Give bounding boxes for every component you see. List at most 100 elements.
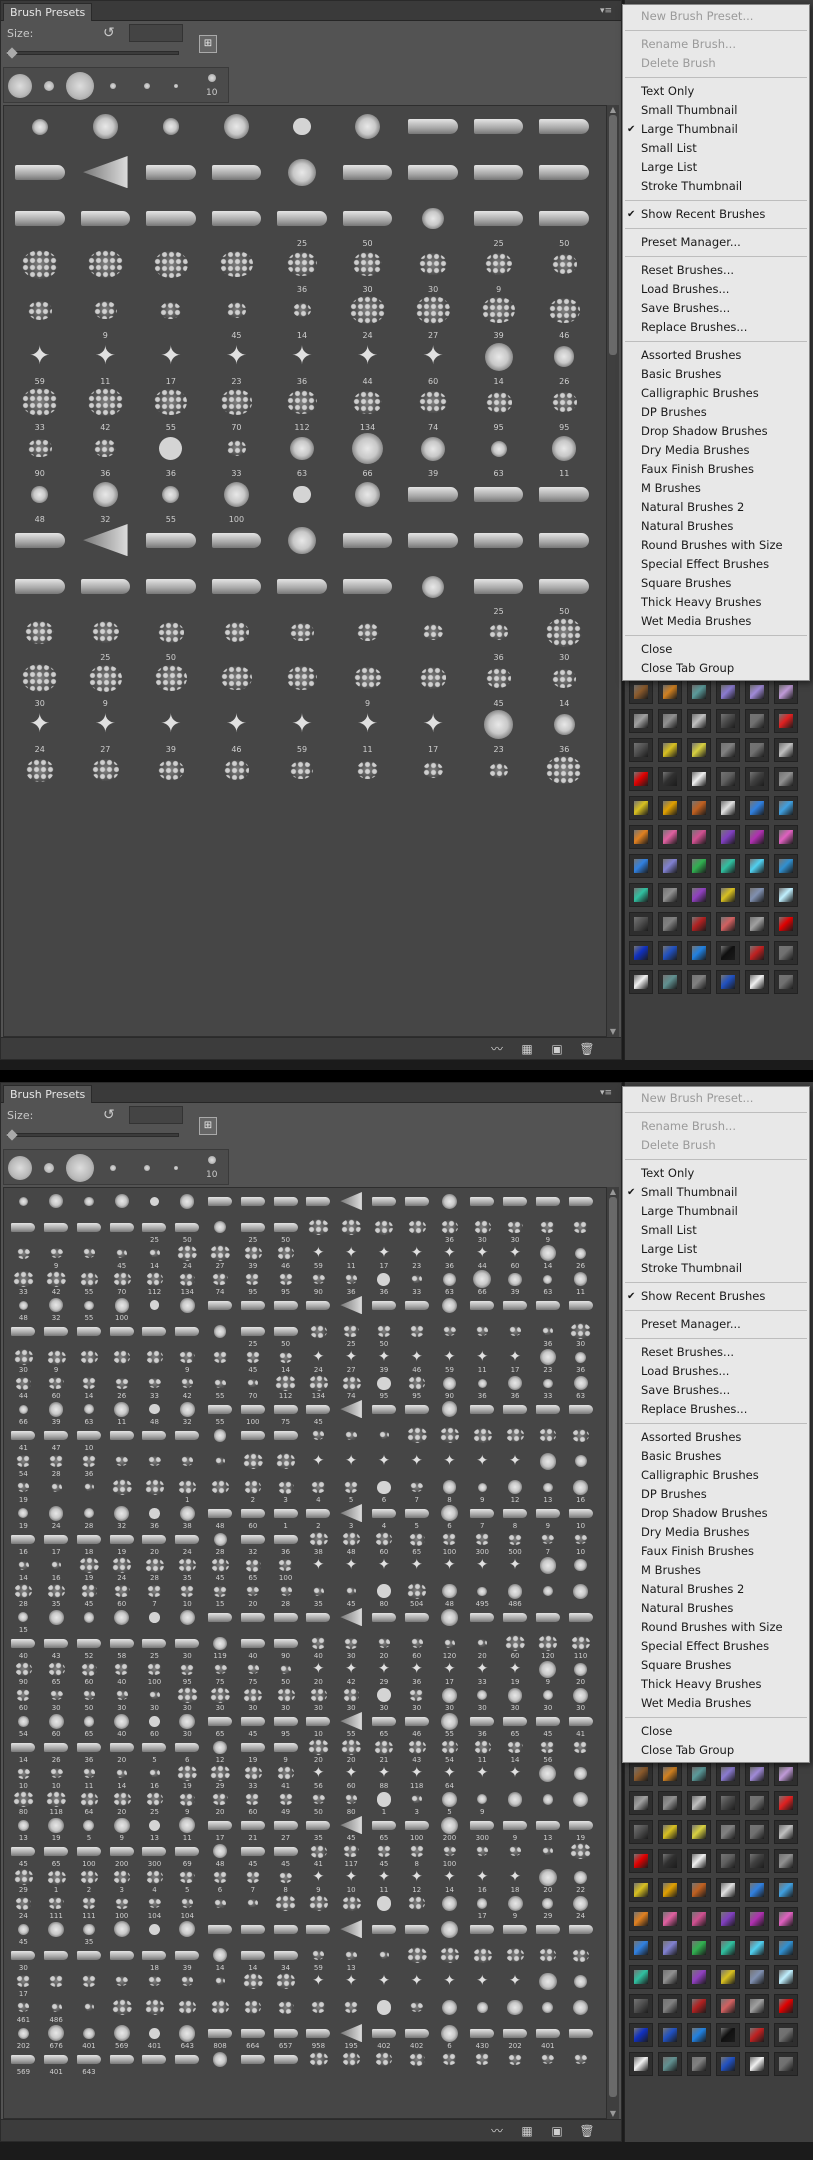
style-swatch[interactable] [658,941,682,965]
brush-preset-cell[interactable] [74,156,138,202]
menu-item-dry-media-brushes[interactable]: Dry Media Brushes [623,441,809,460]
brush-preset-cell[interactable] [205,616,269,662]
brush-preset-cell[interactable]: 90 [303,1270,334,1296]
brush-preset-cell[interactable]: 40 [237,1634,268,1660]
brush-preset-cell[interactable] [172,1608,203,1634]
brush-preset-cell[interactable]: ✦ 118 [401,1764,432,1790]
brush-preset-cell[interactable] [565,1582,596,1608]
brush-preset-cell[interactable] [172,1296,203,1322]
brush-preset-cell[interactable] [270,1894,301,1920]
brush-preset-cell[interactable] [41,1218,72,1244]
brush-preset-cell[interactable]: 30 [565,1686,596,1712]
brush-preset-cell[interactable] [8,570,72,616]
brush-preset-cell[interactable] [532,1556,563,1582]
brush-preset-cell[interactable] [74,1608,105,1634]
brush-preset-cell[interactable] [205,1998,236,2024]
menu-item-round-brushes-with-size[interactable]: Round Brushes with Size [623,1618,809,1637]
brush-preset-cell[interactable]: 24 [336,294,400,340]
brush-preset-cell[interactable]: 35 [303,1582,334,1608]
style-swatch[interactable] [687,767,711,791]
brush-preset-cell[interactable]: ✦ 44 [467,1244,498,1270]
style-swatch[interactable] [716,1936,740,1960]
brush-preset-cell[interactable]: 9 [532,1218,563,1244]
brush-preset-cell[interactable]: 75 [237,1660,268,1686]
menu-item-m-brushes[interactable]: M Brushes [623,479,809,498]
brush-preset-cell[interactable]: ✦ 46 [401,1348,432,1374]
brush-preset-cell[interactable]: 3 [270,1478,301,1504]
brush-preset-cell[interactable]: 50 [270,1218,301,1244]
brush-preset-cell[interactable]: 100 [401,1816,432,1842]
brush-preset-cell[interactable]: 401 [41,2050,72,2076]
brush-preset-cell[interactable]: ✦ [336,1452,367,1478]
brush-preset-cell[interactable] [303,1218,334,1244]
menu-item-dry-media-brushes[interactable]: Dry Media Brushes [623,1523,809,1542]
brush-preset-cell[interactable]: ✦ [303,1556,334,1582]
brush-preset-cell[interactable]: 50 [532,570,596,616]
brush-preset-cell[interactable]: 21 [369,1738,400,1764]
brush-preset-cell[interactable] [270,110,334,156]
brush-preset-cell[interactable]: 54 [8,1712,39,1738]
brush-preset-cell[interactable] [139,1920,170,1946]
brush-preset-cell[interactable] [500,1842,531,1868]
brush-preset-cell[interactable]: 36 [74,1452,105,1478]
brush-preset-cell[interactable] [532,1920,563,1946]
brush-preset-cell[interactable]: 33 [237,1764,268,1790]
brush-preset-cell[interactable]: 30 [8,662,72,708]
brush-preset-cell[interactable] [205,754,269,800]
brush-preset-cell[interactable] [139,2050,170,2076]
brush-preset-cell[interactable]: ✦ 36 [434,1244,465,1270]
brush-preset-cell[interactable] [532,1946,563,1972]
brush-preset-cell[interactable]: 36 [532,1322,563,1348]
brush-preset-cell[interactable]: 35 [172,1556,203,1582]
brush-preset-cell[interactable]: 20 [565,1660,596,1686]
brush-preset-cell[interactable]: 36 [74,1738,105,1764]
brush-preset-cell[interactable]: ✦ 59 [8,340,72,386]
brush-preset-cell[interactable]: 300 [467,1530,498,1556]
brush-preset-cell[interactable] [205,1452,236,1478]
brush-preset-cell[interactable]: 112 [270,386,334,432]
brush-preset-cell[interactable] [205,1972,236,1998]
brush-preset-cell[interactable]: 50 [270,1660,301,1686]
brush-preset-cell[interactable] [467,478,531,524]
brush-preset-cell[interactable]: 65 [500,1712,531,1738]
style-swatch[interactable] [774,1878,798,1902]
brush-preset-cell[interactable]: 63 [74,1400,105,1426]
brush-preview-icon[interactable]: ▦ [519,2123,535,2139]
brush-preset-cell[interactable]: ✦ [500,1972,531,1998]
brush-preset-cell[interactable]: 11 [74,1764,105,1790]
brush-preset-cell[interactable] [369,1920,400,1946]
brush-preset-cell[interactable]: 45 [205,1556,236,1582]
style-swatch[interactable] [629,767,653,791]
style-swatch[interactable] [716,1762,740,1786]
brush-preset-cell[interactable] [172,1192,203,1218]
brush-preset-cell[interactable] [74,1322,105,1348]
brush-preset-cell[interactable]: 300 [139,1842,170,1868]
brush-preset-cell[interactable]: 75 [205,1660,236,1686]
style-swatch[interactable] [774,1791,798,1815]
brush-preset-cell[interactable] [74,1218,105,1244]
brush-preset-cell[interactable]: 6 [205,1868,236,1894]
brush-preset-cell[interactable]: 19 [8,1478,39,1504]
brush-preset-cell[interactable]: 676 [41,2024,72,2050]
brush-preset-cell[interactable] [106,1426,137,1452]
brush-preset-cell[interactable] [205,1348,236,1374]
brush-preset-cell[interactable]: ✦ 24 [303,1348,334,1374]
brush-preset-cell[interactable]: 18 [139,1946,170,1972]
brush-preset-cell[interactable] [434,1946,465,1972]
brush-preset-cell[interactable]: ✦ [369,1556,400,1582]
brush-preset-cell[interactable] [565,1192,596,1218]
brush-preset-cell[interactable]: 50 [139,616,203,662]
brush-preset-cell[interactable]: ✦ 17 [139,340,203,386]
brush-preset-cell[interactable]: 45 [303,1400,334,1426]
brush-preset-cell[interactable]: 26 [565,1244,596,1270]
brush-preset-cell[interactable] [434,1296,465,1322]
brush-preset-cell[interactable]: ✦ 12 [401,1868,432,1894]
brush-preset-cell[interactable]: 1 [172,1478,203,1504]
brush-preset-cell[interactable] [303,1296,334,1322]
brush-preset-cell[interactable] [205,2050,236,2076]
brush-preset-cell[interactable]: 74 [336,1374,367,1400]
brush-preset-cell[interactable]: 66 [8,1400,39,1426]
brush-preset-cell[interactable] [565,1218,596,1244]
brush-preset-cell[interactable]: 100 [74,1842,105,1868]
brush-preset-cell[interactable]: ✦ 11 [369,1868,400,1894]
